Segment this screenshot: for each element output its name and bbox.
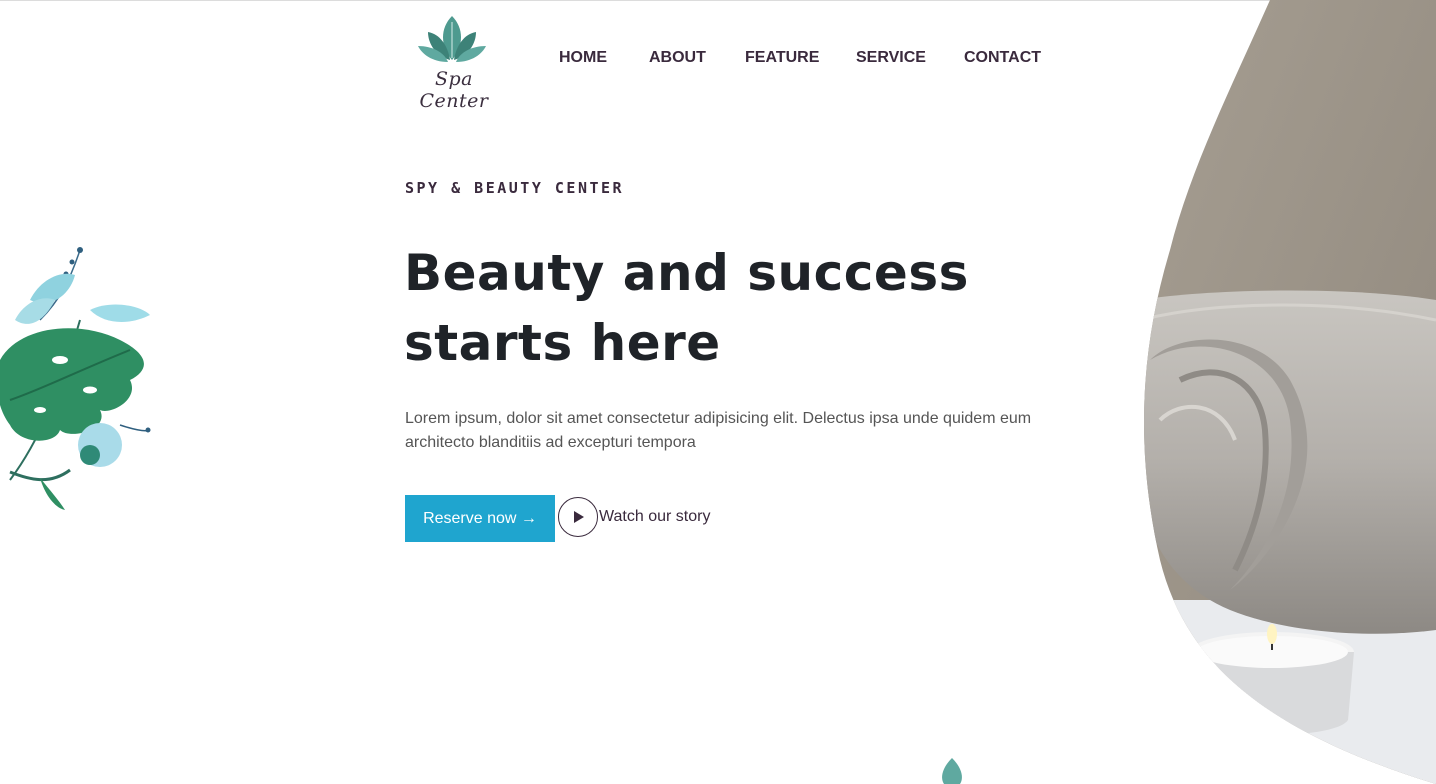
watch-story-link[interactable]: Watch our story — [558, 497, 710, 537]
logo-text: Spa Center — [419, 68, 489, 112]
leaf-decoration-icon — [0, 240, 160, 515]
hero-headline: Beauty and success starts here — [404, 244, 969, 372]
hero-image-towel — [1140, 0, 1436, 784]
reserve-now-button[interactable]: Reserve now → — [405, 495, 555, 542]
nav-contact[interactable]: CONTACT — [964, 49, 1041, 67]
nav-service[interactable]: SERVICE — [856, 49, 926, 67]
hero-eyebrow: SPY & BEAUTY CENTER — [405, 179, 625, 197]
nav-feature[interactable]: FEATURE — [745, 49, 819, 67]
site-logo[interactable]: Spa Center — [404, 12, 504, 112]
play-button[interactable] — [558, 497, 598, 537]
nav-home[interactable]: HOME — [559, 49, 607, 67]
watch-story-label: Watch our story — [599, 508, 711, 525]
lotus-icon — [418, 16, 486, 62]
nav-about[interactable]: ABOUT — [649, 49, 706, 67]
play-icon — [574, 511, 584, 523]
hero-description: Lorem ipsum, dolor sit amet consectetur … — [405, 410, 1032, 451]
leaf-sprout-icon — [934, 756, 970, 784]
